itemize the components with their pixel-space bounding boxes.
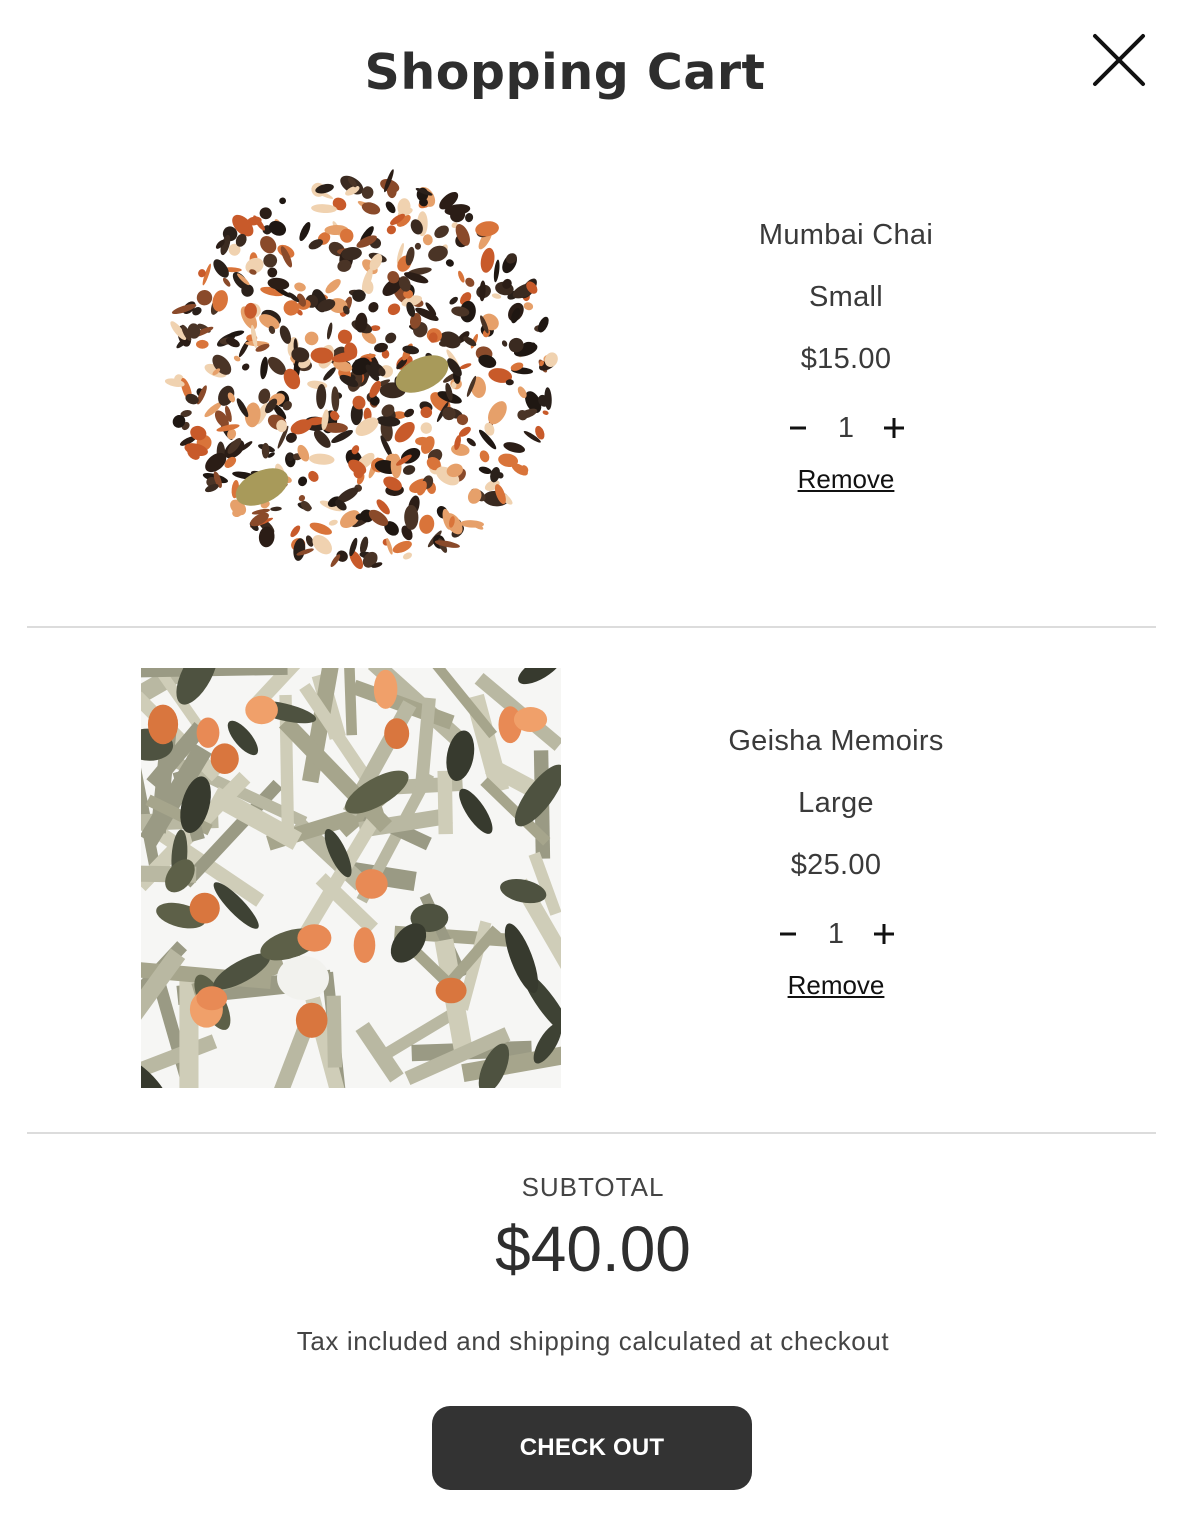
remove-link[interactable]: Remove	[788, 970, 885, 1001]
item-variant: Large	[798, 787, 874, 819]
item-price: $15.00	[800, 343, 892, 375]
checkout-button[interactable]: CHECK OUT	[432, 1406, 752, 1490]
decrease-quantity-button[interactable]	[773, 403, 823, 453]
product-image[interactable]	[152, 162, 572, 582]
tax-note: Tax included and shipping calculated at …	[296, 1326, 890, 1356]
page-title: Shopping Cart	[364, 44, 766, 101]
minus-icon	[790, 426, 806, 430]
item-price: $25.00	[790, 849, 882, 881]
increase-quantity-button[interactable]	[859, 909, 909, 959]
plus-icon	[884, 418, 904, 438]
loose-leaf-chai-tea-image	[152, 162, 572, 582]
decrease-quantity-button[interactable]	[763, 909, 813, 959]
loose-leaf-green-tea-image	[85, 615, 576, 1153]
quantity-stepper: 1	[676, 902, 996, 966]
close-button[interactable]	[1090, 31, 1148, 89]
quantity-value[interactable]: 1	[813, 909, 859, 959]
item-name[interactable]: Geisha Memoirs	[676, 716, 996, 778]
quantity-value[interactable]: 1	[823, 403, 869, 453]
item-details: Geisha Memoirs Large $25.00 1 Remove	[676, 716, 996, 1001]
subtotal-value: $40.00	[495, 1213, 691, 1285]
cart-item: Mumbai Chai Small $15.00 1 Remove	[0, 162, 1186, 628]
quantity-stepper: 1	[686, 396, 1006, 460]
close-icon	[1093, 34, 1145, 86]
increase-quantity-button[interactable]	[869, 403, 919, 453]
divider	[27, 626, 1156, 628]
item-variant: Small	[808, 281, 883, 313]
item-details: Mumbai Chai Small $15.00 1 Remove	[686, 210, 1006, 495]
item-name[interactable]: Mumbai Chai	[686, 210, 1006, 272]
plus-icon	[874, 924, 894, 944]
cart-item: Geisha Memoirs Large $25.00 1 Remove	[0, 615, 1186, 1153]
product-image[interactable]	[85, 615, 576, 1153]
minus-icon	[780, 932, 796, 936]
remove-link[interactable]: Remove	[798, 464, 895, 495]
subtotal-label: SUBTOTAL	[521, 1172, 665, 1202]
divider	[27, 1132, 1156, 1134]
